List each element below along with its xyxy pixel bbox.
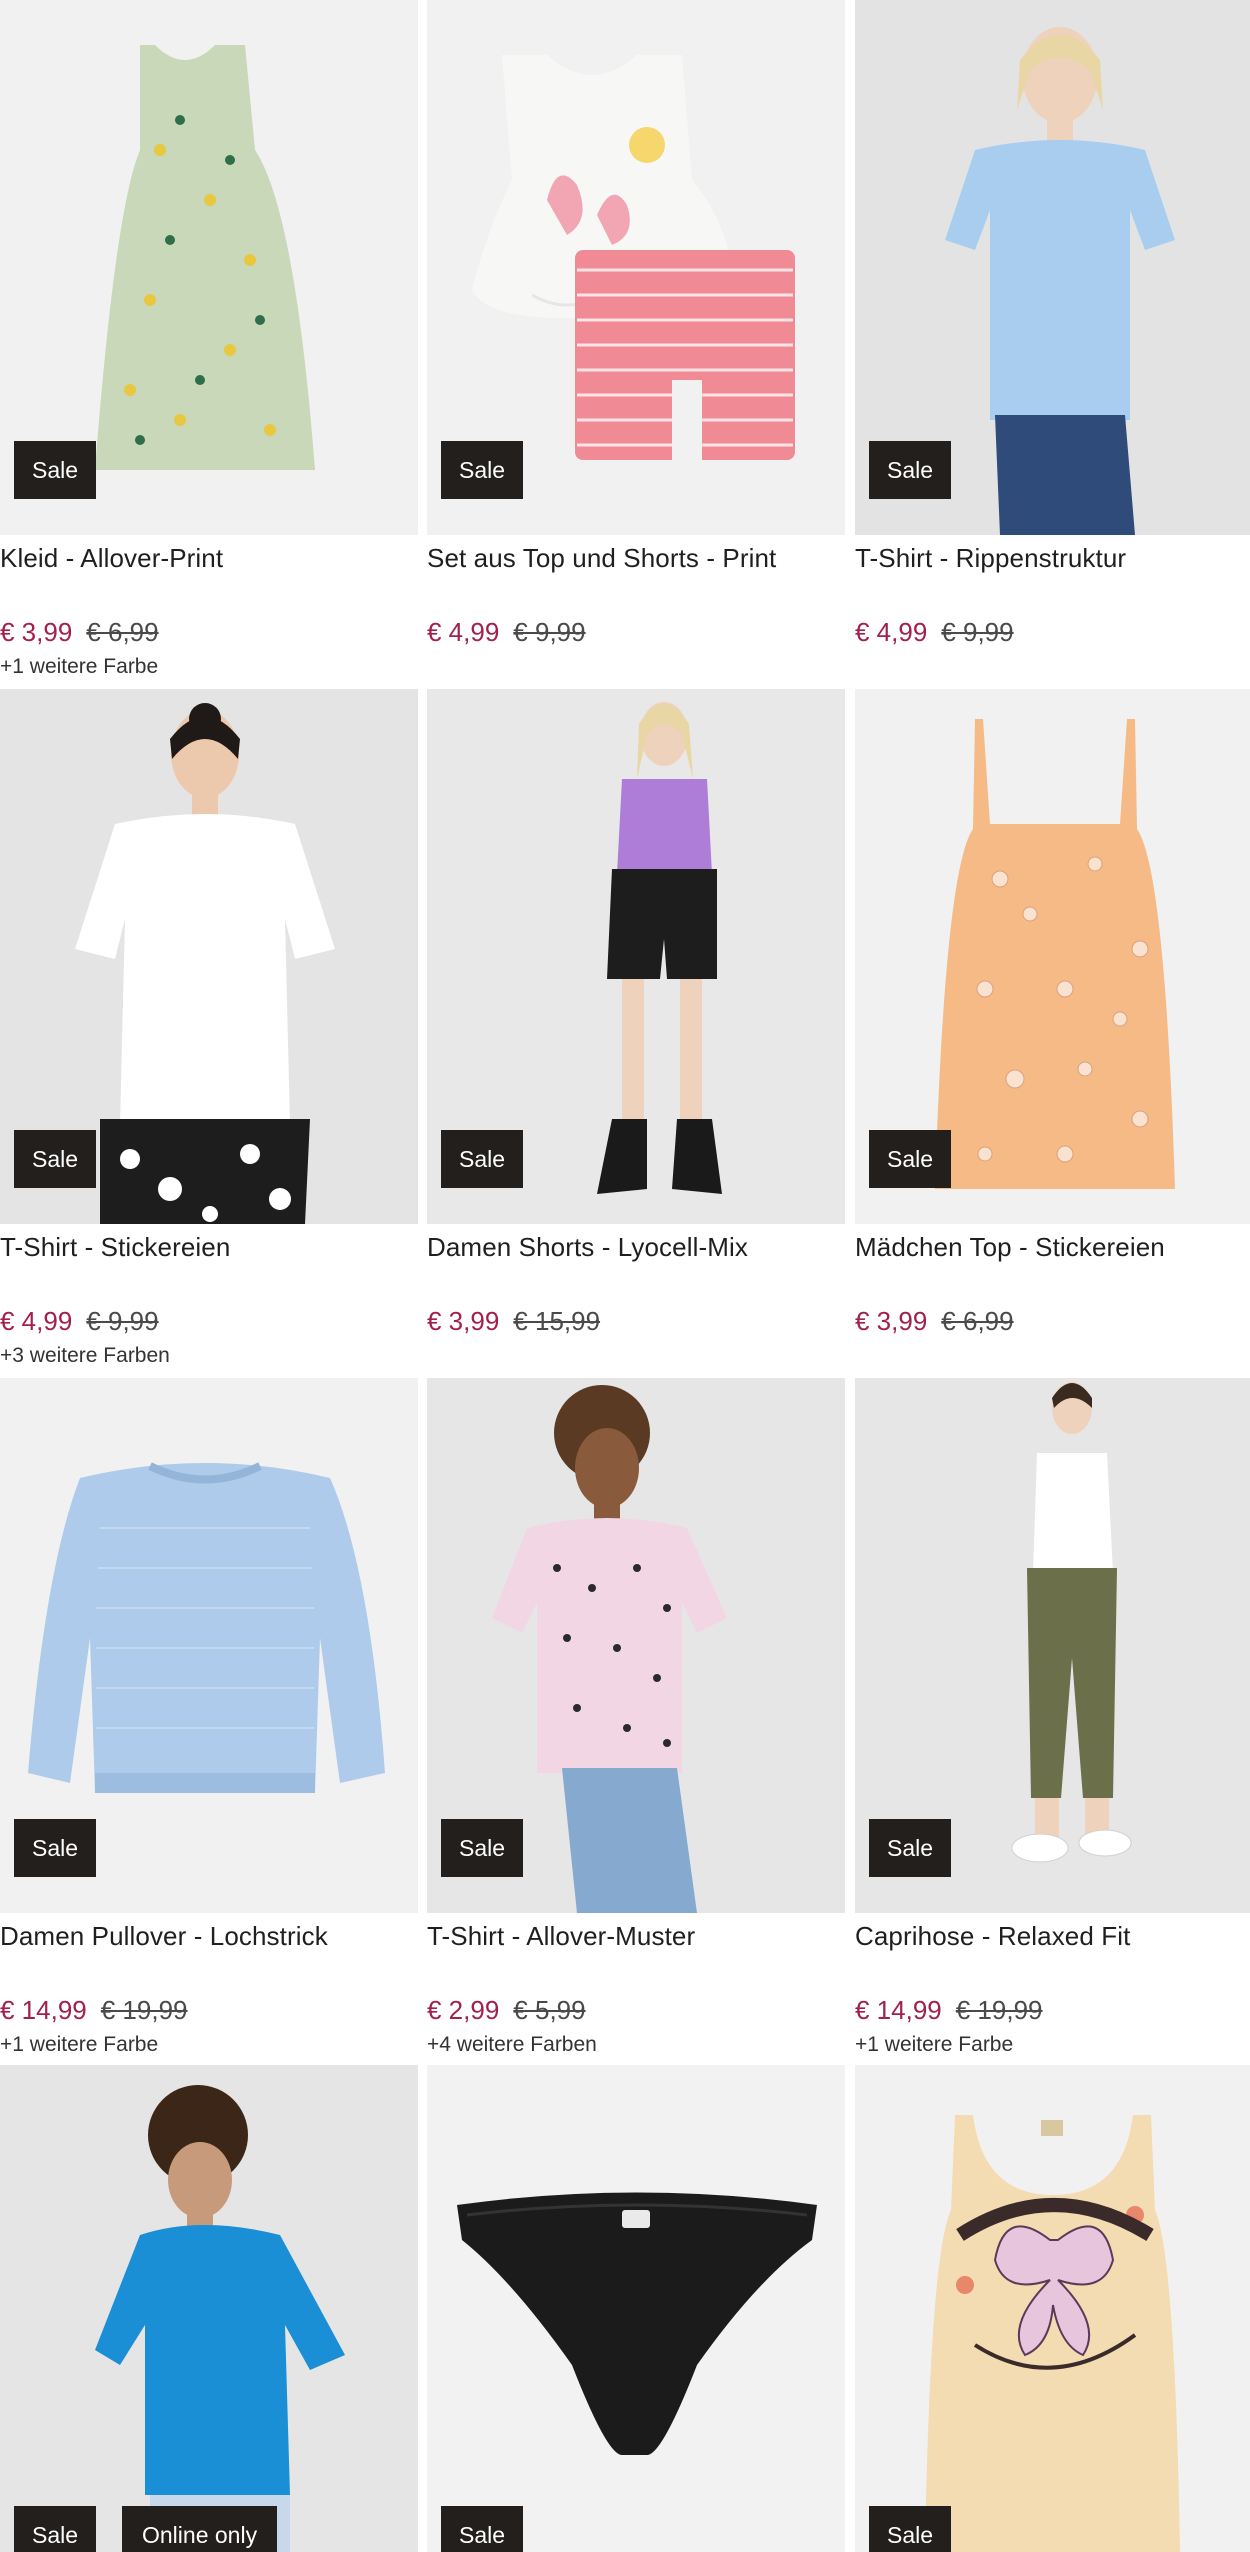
black-brief-icon — [427, 2065, 845, 2552]
sale-price: € 14,99 — [855, 1995, 942, 2025]
color-count[interactable]: +4 weitere Farben — [427, 2033, 597, 2057]
price-row: € 3,99 € 15,99 — [427, 1306, 600, 1337]
sale-price: € 3,99 — [427, 1306, 500, 1336]
original-price: € 6,99 — [941, 1306, 1014, 1336]
sale-badge: Sale — [869, 2506, 952, 2552]
product-title[interactable]: T-Shirt - Stickereien — [0, 1232, 230, 1263]
product-title[interactable]: T-Shirt - Allover-Muster — [427, 1921, 695, 1952]
online-only-badge: Online only — [122, 2506, 278, 2552]
sale-badge: Sale — [14, 1130, 97, 1188]
product-title[interactable]: Mädchen Top - Stickereien — [855, 1232, 1165, 1263]
sale-badge: Sale — [14, 441, 97, 499]
price-row: € 3,99 € 6,99 — [0, 617, 159, 648]
price-row: € 4,99 € 9,99 — [427, 617, 586, 648]
original-price: € 9,99 — [86, 1306, 159, 1336]
product-title[interactable]: Set aus Top und Shorts - Print — [427, 543, 776, 574]
color-count[interactable]: +1 weitere Farbe — [0, 655, 158, 679]
sale-price: € 4,99 — [855, 617, 928, 647]
sale-badge: Sale — [441, 441, 524, 499]
price-row: € 3,99 € 6,99 — [855, 1306, 1014, 1337]
product-image[interactable]: Sale — [855, 689, 1250, 1224]
product-image[interactable]: Sale — [427, 2065, 845, 2552]
sale-price: € 3,99 — [855, 1306, 928, 1336]
product-image[interactable]: Sale — [0, 0, 418, 535]
sale-badge: Sale — [869, 1819, 952, 1877]
product-title[interactable]: Kleid - Allover-Print — [0, 543, 223, 574]
sale-badge: Sale — [14, 2506, 97, 2552]
original-price: € 19,99 — [100, 1995, 188, 2025]
price-row: € 2,99 € 5,99 — [427, 1995, 586, 2026]
sale-badge: Sale — [869, 1130, 952, 1188]
original-price: € 6,99 — [86, 617, 159, 647]
price-row: € 14,99 € 19,99 — [0, 1995, 188, 2026]
original-price: € 15,99 — [513, 1306, 601, 1336]
product-image[interactable]: Sale — [427, 1378, 845, 1913]
product-title[interactable]: T-Shirt - Rippenstruktur — [855, 543, 1126, 574]
color-count[interactable]: +1 weitere Farbe — [855, 2033, 1013, 2057]
happy-tank-top-icon — [855, 2065, 1250, 2552]
product-image[interactable]: Sale — [855, 0, 1250, 535]
sale-price: € 4,99 — [0, 1306, 73, 1336]
price-row: € 4,99 € 9,99 — [855, 617, 1014, 648]
product-image[interactable]: Sale Online only — [0, 2065, 418, 2552]
product-image[interactable]: Sale — [427, 0, 845, 535]
sale-price: € 14,99 — [0, 1995, 87, 2025]
original-price: € 9,99 — [513, 617, 586, 647]
product-image[interactable]: Sale — [427, 689, 845, 1224]
price-row: € 14,99 € 19,99 — [855, 1995, 1043, 2026]
original-price: € 19,99 — [955, 1995, 1043, 2025]
sale-badge: Sale — [441, 1819, 524, 1877]
original-price: € 5,99 — [513, 1995, 586, 2025]
sale-badge: Sale — [869, 441, 952, 499]
product-image[interactable]: Sale — [855, 1378, 1250, 1913]
price-row: € 4,99 € 9,99 — [0, 1306, 159, 1337]
product-image[interactable]: Sale — [0, 1378, 418, 1913]
sale-price: € 2,99 — [427, 1995, 500, 2025]
product-image[interactable]: Sale — [855, 2065, 1250, 2552]
sale-badge: Sale — [441, 2506, 524, 2552]
product-image[interactable]: Sale — [0, 689, 418, 1224]
product-title[interactable]: Damen Pullover - Lochstrick — [0, 1921, 328, 1952]
model-blue-tshirt-icon — [0, 2065, 418, 2552]
product-title[interactable]: Caprihose - Relaxed Fit — [855, 1921, 1130, 1952]
sale-price: € 3,99 — [0, 617, 73, 647]
sale-price: € 4,99 — [427, 617, 500, 647]
original-price: € 9,99 — [941, 617, 1014, 647]
color-count[interactable]: +3 weitere Farben — [0, 1344, 170, 1368]
color-count[interactable]: +1 weitere Farbe — [0, 2033, 158, 2057]
sale-badge: Sale — [441, 1130, 524, 1188]
sale-badge: Sale — [14, 1819, 97, 1877]
product-title[interactable]: Damen Shorts - Lyocell-Mix — [427, 1232, 748, 1263]
